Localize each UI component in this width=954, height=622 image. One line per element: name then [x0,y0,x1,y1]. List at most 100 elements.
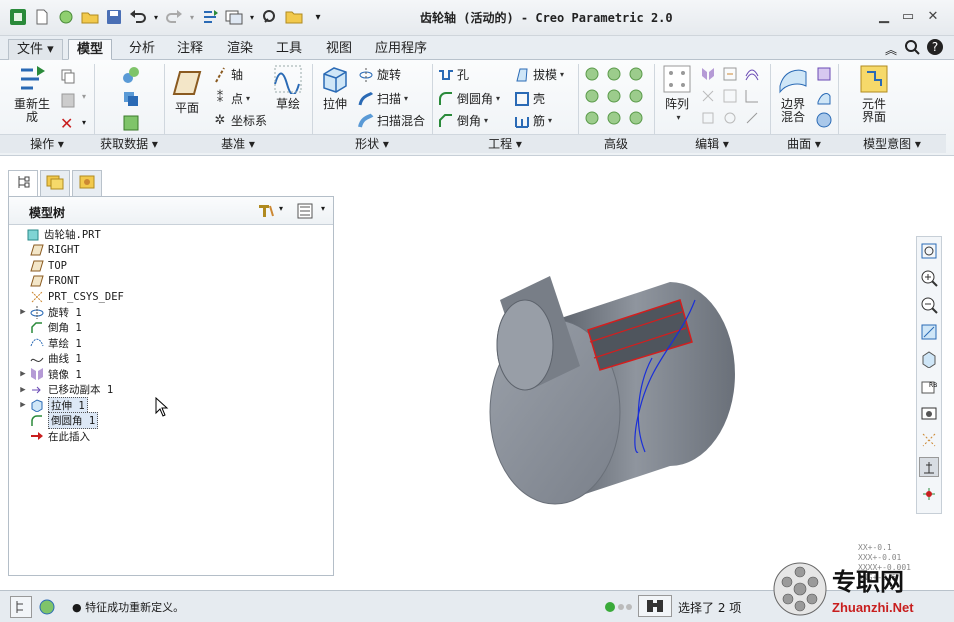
tree-item[interactable]: ▶ 镜像 1 [17,367,82,382]
save-icon[interactable] [104,7,124,27]
tab-annotate[interactable]: 注释 [169,39,211,60]
group-engineering[interactable]: 工程 ▾ [432,134,578,153]
hole-button[interactable]: 孔 [438,66,469,83]
chamfer-button[interactable]: 倒角 ▾ [438,112,488,129]
tab-render[interactable]: 渲染 [219,39,261,60]
pattern-button[interactable]: 阵列 ▾ [660,64,694,124]
view-manager-icon[interactable] [919,403,939,423]
tree-item[interactable]: TOP [17,258,67,273]
tree-settings-icon[interactable] [257,203,275,222]
tree-item[interactable]: 倒圆角 1 [17,412,99,429]
tab-file[interactable]: 文件 ▾ [8,39,63,60]
paste-icon[interactable] [60,92,76,111]
project-icon[interactable] [700,110,722,132]
redo-dropdown-icon[interactable]: ▾ [188,7,196,27]
shrinkwrap-icon[interactable] [122,114,140,135]
revolve-button[interactable]: 旋转 [358,66,401,83]
delete-dropdown-icon[interactable]: ▾ [82,118,86,127]
tab-favorites[interactable] [72,170,102,196]
tree-item[interactable]: ▶ 已移动副本 1 [17,382,113,397]
trim-icon[interactable] [722,88,744,110]
advanced-feature-icon[interactable] [606,110,628,132]
tree-item[interactable]: 在此插入 [17,429,90,444]
advanced-feature-icon[interactable] [584,66,606,88]
group-surfaces[interactable]: 曲面 ▾ [770,134,838,153]
filter-icon[interactable] [638,595,672,617]
tree-item[interactable]: FRONT [17,274,80,289]
group-shapes[interactable]: 形状 ▾ [312,134,432,153]
help-icon[interactable]: ? [926,38,944,59]
search-icon[interactable] [904,39,920,58]
redo-icon[interactable] [164,7,184,27]
tab-model[interactable]: 模型 [68,39,113,60]
paste-dropdown-icon[interactable]: ▾ [82,92,86,101]
swept-blend-button[interactable]: 扫描混合 [358,112,425,129]
tab-tools[interactable]: 工具 [268,39,310,60]
window-icon[interactable] [224,7,244,27]
expand-icon[interactable]: ▶ [17,385,29,395]
app-icon[interactable] [8,7,28,27]
tree-item[interactable]: 曲线 1 [17,351,82,366]
advanced-feature-icon[interactable] [628,110,650,132]
tab-analysis[interactable]: 分析 [121,39,163,60]
maximize-button[interactable]: ▭ [900,8,916,24]
advanced-feature-icon[interactable] [606,66,628,88]
undo-icon[interactable] [128,7,148,27]
find-icon[interactable] [260,7,280,27]
shell-button[interactable]: 壳 [514,90,545,107]
repaint-icon[interactable] [919,322,939,342]
display-style-icon[interactable] [919,349,939,369]
thicken-icon[interactable] [722,110,744,132]
intersect-icon[interactable] [744,88,766,110]
group-model-intent[interactable]: 模型意图 ▾ [838,134,946,153]
csys-button[interactable]: ✲ 坐标系 [212,112,267,129]
tree-item[interactable]: ▶ 拉伸 1 [17,396,88,414]
plane-button[interactable]: 平面 [170,68,204,115]
advanced-feature-icon[interactable] [628,88,650,110]
minimize-button[interactable]: ▁ [876,8,892,24]
boundary-blend-button[interactable]: 边界混合 [774,64,812,124]
style-surface-icon[interactable] [816,90,832,109]
group-datum[interactable]: 基准 ▾ [164,134,312,153]
saved-views-icon[interactable]: RB [919,376,939,396]
point-button[interactable]: ⁑ 点 ▾ [212,90,250,107]
toggle-navigator-icon[interactable] [10,596,32,618]
fill-surface-icon[interactable] [816,66,832,85]
advanced-feature-icon[interactable] [606,88,628,110]
axis-button[interactable]: 轴 [212,66,243,83]
open-session-icon[interactable] [56,7,76,27]
tree-item[interactable]: PRT_CSYS_DEF [17,289,124,304]
tree-item[interactable]: 草绘 1 [17,336,82,351]
expand-icon[interactable]: ▶ [17,400,29,410]
customize-icon[interactable]: ▾ [308,7,328,27]
new-icon[interactable] [32,7,52,27]
extend-icon[interactable] [722,66,744,88]
spin-center-icon[interactable] [919,484,939,504]
tab-folder-browser[interactable] [40,170,70,196]
extrude-button[interactable]: 拉伸 [318,64,352,111]
window-dropdown-icon[interactable]: ▾ [248,7,256,27]
sweep-button[interactable]: 扫描 ▾ [358,90,408,107]
show-columns-dropdown-icon[interactable]: ▾ [321,204,325,213]
draft-button[interactable]: 拔模 ▾ [514,66,564,83]
zoom-out-icon[interactable] [919,295,939,315]
tab-model-tree[interactable] [8,170,38,196]
group-operations[interactable]: 操作 ▾ [0,134,94,153]
close-button[interactable]: ✕ [925,8,941,24]
expand-icon[interactable]: ▶ [17,307,29,317]
refit-icon[interactable] [919,241,939,261]
offset-icon[interactable] [744,66,766,88]
show-columns-icon[interactable] [297,203,313,222]
tree-item[interactable]: RIGHT [17,243,80,258]
freestyle-icon[interactable] [816,112,832,131]
datum-display-icon[interactable] [919,430,939,450]
regenerate-button[interactable]: 重新生成 [12,64,52,124]
collapse-ribbon-icon[interactable]: ︽ [885,41,897,58]
merge-icon[interactable] [700,88,722,110]
group-get-data[interactable]: 获取数据 ▾ [94,134,164,153]
tab-applications[interactable]: 应用程序 [367,39,435,60]
zoom-in-icon[interactable] [919,268,939,288]
tree-item[interactable]: ▶ 旋转 1 [17,305,82,320]
graphics-window[interactable] [340,170,910,586]
rib-button[interactable]: 筋 ▾ [514,112,552,129]
